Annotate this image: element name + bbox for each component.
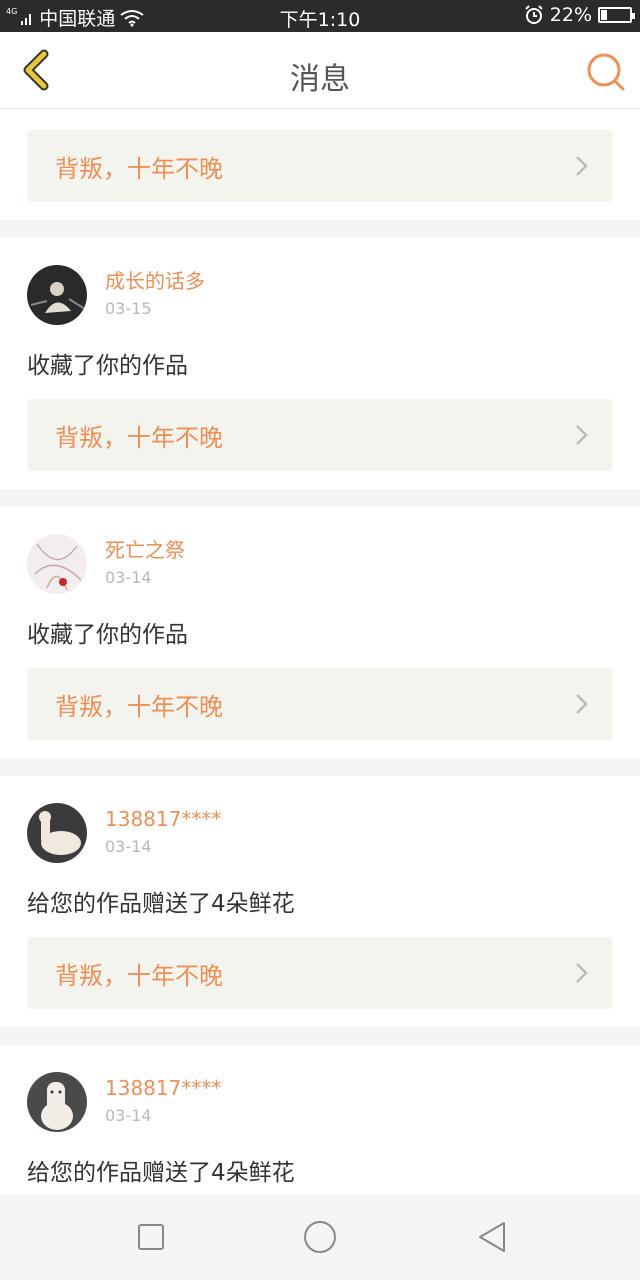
work-link[interactable]: 背叛，十年不晚 (27, 668, 613, 740)
status-bar: 4G 中国联通 下午1:10 22% (0, 0, 640, 32)
work-title: 背叛，十年不晚 (55, 423, 223, 452)
avatar[interactable] (27, 1072, 87, 1132)
message-action: 给您的作品赠送了4朵鲜花 (27, 891, 295, 917)
battery-icon (598, 7, 635, 23)
page-title: 消息 (290, 62, 350, 97)
avatar[interactable] (27, 803, 87, 863)
message-action: 收藏了你的作品 (27, 622, 188, 648)
alarm-icon (525, 5, 543, 24)
message-card-partial: 背叛，十年不晚 (0, 109, 640, 220)
system-nav-bar (0, 1195, 640, 1280)
search-icon[interactable] (584, 50, 628, 94)
chevron-right-icon (576, 963, 588, 983)
chevron-right-icon (576, 694, 588, 714)
message-date: 03-14 (105, 1106, 152, 1125)
message-date: 03-14 (105, 568, 152, 587)
work-link[interactable]: 背叛，十年不晚 (27, 399, 613, 471)
work-link[interactable]: 背叛，十年不晚 (27, 937, 613, 1009)
app-header: 消息 (0, 32, 640, 109)
square-icon[interactable] (133, 1219, 169, 1255)
message-date: 03-14 (105, 837, 152, 856)
username[interactable]: 138817**** (105, 806, 221, 832)
divider (0, 220, 640, 238)
message-date: 03-15 (105, 299, 152, 318)
divider (0, 758, 640, 776)
message-card: 成长的话多 03-15 收藏了你的作品 背叛，十年不晚 (0, 238, 640, 489)
divider (0, 1027, 640, 1045)
message-list[interactable]: 背叛，十年不晚 成长的话多 03-15 收藏了你的作品 背叛，十年不晚 死亡之祭… (0, 109, 640, 1195)
message-card: 138817**** 03-14 给您的作品赠送了4朵鲜花 背叛，十年不晚 (0, 776, 640, 1027)
work-title: 背叛，十年不晚 (55, 692, 223, 721)
avatar[interactable] (27, 265, 87, 325)
work-title: 背叛，十年不晚 (55, 154, 223, 183)
circle-icon[interactable] (302, 1219, 338, 1255)
message-card: 死亡之祭 03-14 收藏了你的作品 背叛，十年不晚 (0, 507, 640, 758)
username[interactable]: 138817**** (105, 1075, 221, 1101)
divider (0, 489, 640, 507)
avatar[interactable] (27, 534, 87, 594)
work-title: 背叛，十年不晚 (55, 961, 223, 990)
username[interactable]: 死亡之祭 (105, 537, 185, 563)
message-action: 给您的作品赠送了4朵鲜花 (27, 1160, 295, 1186)
message-action: 收藏了你的作品 (27, 353, 188, 379)
chevron-right-icon (576, 425, 588, 445)
work-link[interactable]: 背叛，十年不晚 (27, 130, 613, 202)
chevron-right-icon (576, 156, 588, 176)
triangle-back-icon[interactable] (474, 1219, 510, 1255)
message-card: 138817**** 03-14 给您的作品赠送了4朵鲜花 (0, 1045, 640, 1195)
battery-percent: 22% (549, 4, 592, 26)
username[interactable]: 成长的话多 (105, 268, 205, 294)
